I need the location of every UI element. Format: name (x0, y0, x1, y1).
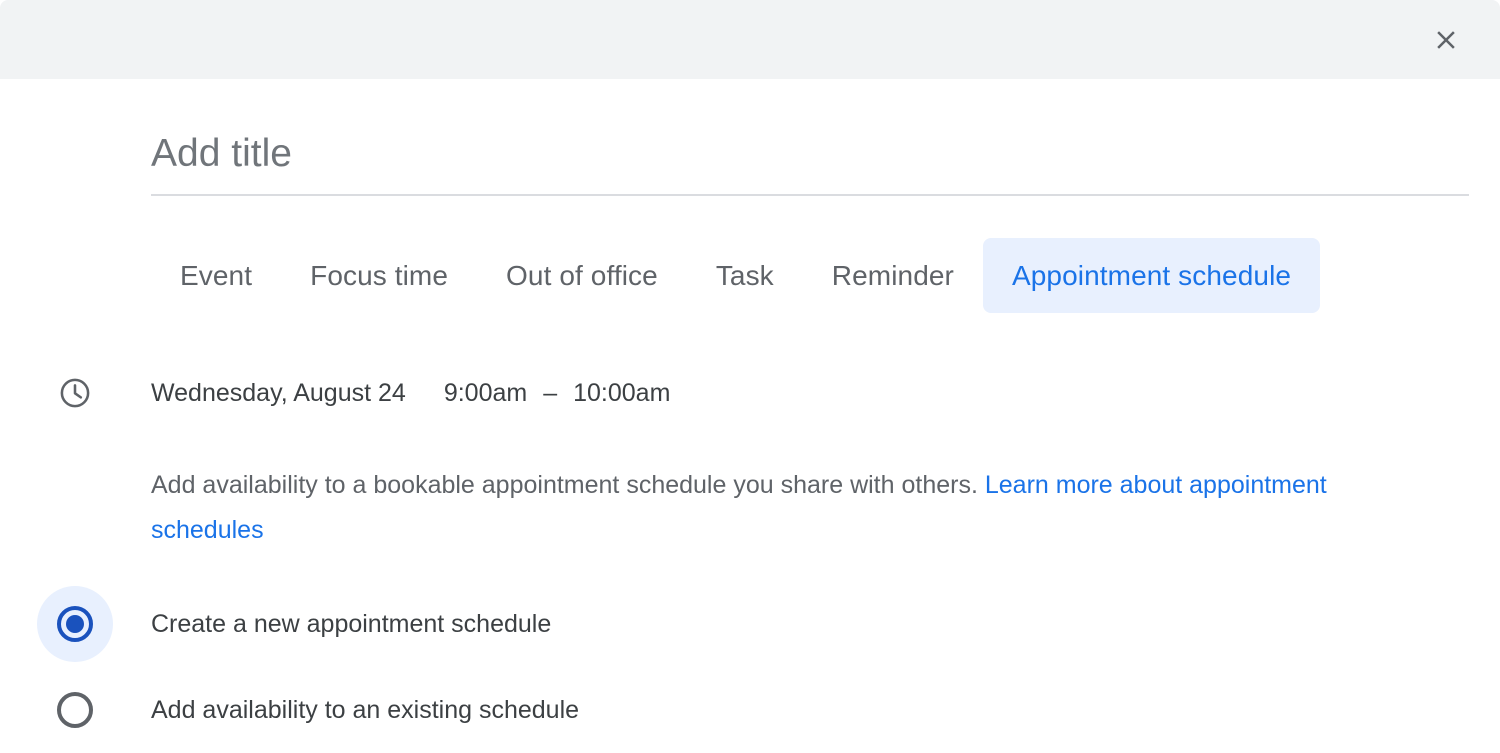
radio-option-existing[interactable]: Add availability to an existing schedule (37, 667, 1437, 753)
tab-reminder[interactable]: Reminder (803, 238, 983, 313)
close-icon (1431, 25, 1461, 55)
title-row (151, 120, 1469, 196)
radio-outer-ring (57, 692, 93, 728)
date-button[interactable]: Wednesday, August 24 (147, 377, 410, 410)
radio-label-existing: Add availability to an existing schedule (151, 695, 580, 724)
description-body: Add availability to a bookable appointme… (151, 471, 985, 499)
radio-inner-dot (66, 701, 84, 719)
radio-option-create-new[interactable]: Create a new appointment schedule (37, 581, 1437, 667)
dialog-header (0, 0, 1500, 79)
start-time-button[interactable]: 9:00am (440, 377, 531, 410)
time-range-dash: – (543, 378, 558, 407)
radio-label-create-new: Create a new appointment schedule (151, 609, 552, 638)
tab-event[interactable]: Event (151, 238, 281, 313)
tab-appointment-schedule[interactable]: Appointment schedule (982, 238, 1321, 313)
radio-inner-dot (66, 615, 84, 633)
clock-icon (57, 375, 93, 411)
datetime-row: Wednesday, August 24 9:00am – 10:00am (57, 372, 674, 414)
radio-button-create-new[interactable] (37, 586, 113, 662)
radio-outer-ring (57, 606, 93, 642)
close-button[interactable] (1425, 19, 1467, 61)
event-type-tabs: Event Focus time Out of office Task Remi… (151, 238, 1321, 313)
end-time-button[interactable]: 10:00am (569, 377, 674, 410)
appointment-schedule-dialog: Event Focus time Out of office Task Remi… (0, 0, 1500, 746)
tab-task[interactable]: Task (687, 238, 803, 313)
description-text: Add availability to a bookable appointme… (151, 463, 1441, 553)
schedule-mode-radio-group: Create a new appointment schedule Add av… (37, 581, 1437, 753)
title-input[interactable] (151, 120, 1469, 196)
radio-button-existing[interactable] (37, 672, 113, 748)
tab-out-of-office[interactable]: Out of office (477, 238, 687, 313)
tab-focus-time[interactable]: Focus time (281, 238, 477, 313)
